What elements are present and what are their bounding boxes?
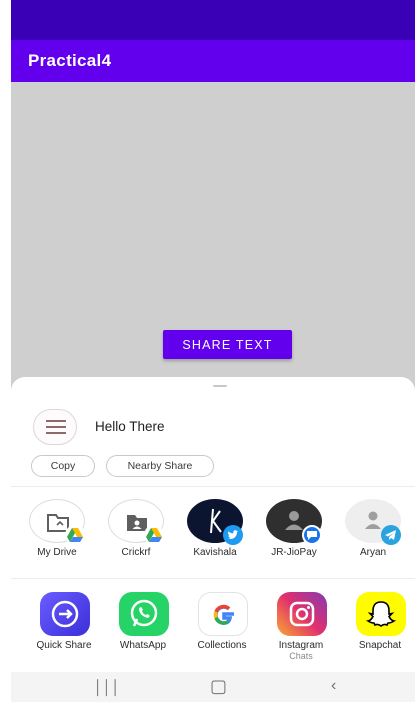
app-collections[interactable]: Collections [183, 592, 261, 651]
recents-icon[interactable]: │││ [94, 679, 120, 695]
preview-text: Hello There [95, 419, 165, 434]
snapchat-icon [356, 592, 406, 636]
direct-target-kavishala[interactable]: Kavishala [176, 499, 254, 558]
target-label: Kavishala [193, 547, 237, 558]
app-whatsapp[interactable]: WhatsApp [104, 592, 182, 651]
telegram-badge-icon [381, 525, 401, 545]
google-drive-badge-icon [144, 525, 164, 545]
phone-frame: Practical4 SHARE TEXT Hello There Copy N… [0, 0, 415, 702]
app-bar: Practical4 [11, 40, 415, 82]
home-icon[interactable]: ▢ [210, 676, 227, 697]
twitter-badge-icon [223, 525, 243, 545]
messages-badge-icon [302, 525, 322, 545]
direct-target-crickrf[interactable]: Crickrf [97, 499, 175, 558]
app-snapchat[interactable]: Snapchat [341, 592, 415, 651]
google-icon [198, 592, 248, 636]
app-quick-share[interactable]: Quick Share [25, 592, 103, 651]
app-instagram[interactable]: Instagram Chats [262, 592, 340, 661]
divider [11, 486, 415, 487]
divider [11, 578, 415, 579]
target-label: My Drive [37, 547, 77, 558]
sheet-drag-handle[interactable] [213, 385, 227, 387]
screen: Practical4 SHARE TEXT Hello There Copy N… [11, 0, 415, 702]
quick-share-icon [40, 592, 90, 636]
app-label: Quick Share [36, 640, 92, 651]
nearby-share-chip[interactable]: Nearby Share [106, 455, 214, 477]
google-drive-badge-icon [65, 525, 85, 545]
status-bar [11, 0, 415, 40]
navigation-bar: │││ ▢ ‹ [11, 672, 415, 702]
preview-thumbnail [33, 409, 77, 445]
app-label: Snapchat [358, 640, 402, 651]
app-label: WhatsApp [119, 640, 167, 651]
direct-target-my-drive[interactable]: My Drive [18, 499, 96, 558]
target-label: JR-JioPay [271, 547, 317, 558]
target-label: Aryan [359, 547, 387, 558]
target-label: Crickrf [121, 547, 151, 558]
share-sheet: Hello There Copy Nearby Share My Drive C… [11, 377, 415, 702]
share-text-button[interactable]: SHARE TEXT [163, 330, 292, 359]
text-lines-icon [46, 420, 66, 434]
direct-target-jr-jiopay[interactable]: JR-JioPay [255, 499, 333, 558]
copy-chip[interactable]: Copy [31, 455, 95, 477]
direct-target-aryan[interactable]: Aryan [334, 499, 412, 558]
app-title: Practical4 [28, 51, 112, 70]
back-icon[interactable]: ‹ [331, 677, 336, 695]
instagram-icon [277, 592, 327, 636]
app-label: Collections [197, 640, 247, 651]
app-label: Instagram [278, 640, 324, 651]
whatsapp-icon [119, 592, 169, 636]
app-sublabel: Chats [289, 651, 313, 661]
